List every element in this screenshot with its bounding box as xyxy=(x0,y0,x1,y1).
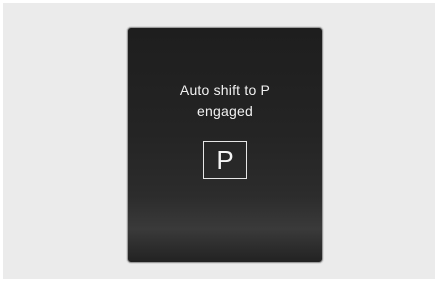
message-line-2: engaged xyxy=(197,103,253,119)
gear-indicator-label: P xyxy=(216,145,234,175)
status-message: Auto shift to P engaged xyxy=(128,80,322,122)
page-background: Auto shift to P engaged P xyxy=(3,3,435,279)
instrument-cluster-display: Auto shift to P engaged P xyxy=(127,27,323,263)
message-line-1: Auto shift to P xyxy=(179,82,271,98)
park-gear-icon: P xyxy=(203,141,247,179)
